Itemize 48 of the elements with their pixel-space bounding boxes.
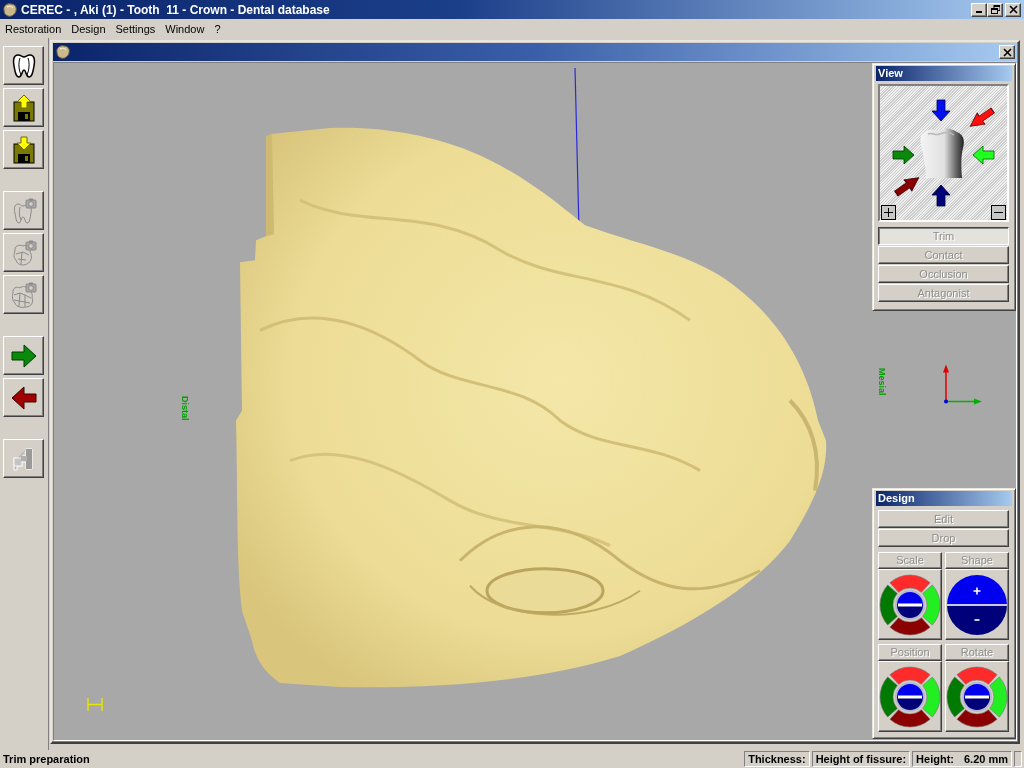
restore-button[interactable]: [987, 2, 1003, 17]
axes-icon: [943, 364, 982, 405]
arrow-down-left-icon[interactable]: [969, 107, 995, 127]
menu-item[interactable]: ?: [209, 22, 226, 35]
tooth-icon: [2, 1, 18, 18]
control-label: Rotate: [945, 644, 1009, 661]
minimize-button[interactable]: [971, 2, 987, 17]
minus-icon[interactable]: [991, 205, 1006, 220]
toolbar-button[interactable]: [3, 336, 44, 375]
toolbar-button[interactable]: [3, 88, 44, 127]
panel-title: View: [876, 66, 1012, 81]
window-title: CEREC - , Aki (1) - Tooth 11 - Crown - Dental database: [21, 2, 331, 17]
field-value: 6.20 mm: [963, 753, 1008, 765]
arrow-left-icon: [9, 383, 38, 412]
arrow-up-icon[interactable]: [931, 184, 951, 207]
panel-title: Design: [876, 491, 1012, 506]
side-label: Distal: [180, 396, 189, 421]
arrow-left-icon[interactable]: [972, 145, 995, 165]
arrow-right-icon[interactable]: [892, 145, 915, 165]
toolbar-button[interactable]: [3, 378, 44, 417]
arrow-down-icon[interactable]: [931, 99, 951, 122]
field-label: Thickness:: [748, 753, 806, 765]
arrow-right-icon: [9, 341, 38, 370]
plus-icon[interactable]: [881, 205, 896, 220]
menu-item[interactable]: Restoration: [0, 22, 67, 35]
status-pane: [1014, 751, 1022, 767]
arrow-up-right-icon[interactable]: [894, 177, 920, 197]
side-label: Mesial: [877, 368, 886, 396]
close-button[interactable]: [1005, 2, 1021, 17]
tooth-icon: [55, 44, 71, 60]
close-icon: [1002, 47, 1012, 57]
control-label: Scale: [878, 552, 942, 569]
status-message: Trim preparation: [3, 753, 91, 765]
control-label: Shape: [945, 552, 1009, 569]
scale-bar-icon: [87, 697, 103, 712]
close-button[interactable]: [999, 45, 1015, 59]
close-icon: [1008, 5, 1018, 14]
menu-item[interactable]: Design: [66, 22, 111, 35]
menu-item[interactable]: Settings: [110, 22, 161, 35]
menu-item[interactable]: Window: [160, 22, 210, 35]
toolbar-button[interactable]: [3, 130, 44, 169]
field-label: Height of fissure:: [815, 753, 907, 765]
tooth-icon: [920, 128, 964, 178]
toolbar-button[interactable]: [3, 46, 44, 85]
arch-camera-icon: [9, 280, 38, 309]
restore-icon: [990, 5, 1000, 14]
field-label: Height:: [916, 753, 954, 765]
control-label: Position: [878, 644, 942, 661]
